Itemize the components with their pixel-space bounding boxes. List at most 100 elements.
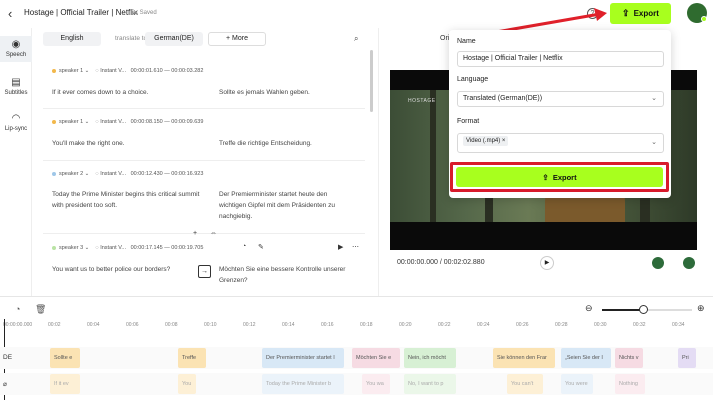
rail-item-subtitles[interactable]: ▤ Subtitles: [0, 74, 32, 100]
timeline-clip[interactable]: You wa: [362, 374, 390, 394]
trash-icon[interactable]: 🗑: [35, 304, 46, 315]
timeline-clip[interactable]: Möchten Sie e: [352, 348, 400, 368]
timeline-clip[interactable]: Der Premierminister startet I: [262, 348, 344, 368]
merge-segment-icon[interactable]: ⇔: [210, 230, 217, 237]
track-label: DE: [3, 354, 13, 361]
source-text[interactable]: Today the Prime Minister begins this cri…: [52, 189, 202, 211]
timeline-clip[interactable]: No, I want to p: [404, 374, 456, 394]
zoom-slider[interactable]: [602, 305, 692, 314]
voice-name[interactable]: Instant V...: [100, 68, 126, 74]
help-icon[interactable]: ?: [587, 8, 598, 19]
timeline-clip[interactable]: Nichts v: [615, 348, 643, 368]
rail-item-label: Lip-sync: [4, 126, 28, 132]
zoom-in-icon[interactable]: ⊕: [697, 303, 705, 314]
timeline-clip[interactable]: You were: [561, 374, 593, 394]
zoom-knob[interactable]: [638, 305, 648, 314]
translate-arrow-icon[interactable]: →: [198, 265, 211, 278]
source-language[interactable]: English: [43, 32, 101, 46]
target-text[interactable]: Möchten Sie eine bessere Kontrolle unser…: [219, 264, 369, 286]
more-languages-button[interactable]: + More: [208, 32, 266, 46]
export-icon: ⇪: [622, 8, 630, 18]
voice-name[interactable]: Instant V...: [100, 171, 126, 177]
target-text[interactable]: Sollte es jemals Wahlen geben.: [219, 87, 359, 98]
start-time[interactable]: 00:00:12.430: [131, 171, 163, 177]
format-chip[interactable]: Video (.mp4) ×: [463, 136, 509, 146]
app-window: ‹ Hostage | Official Trailer | Netflix ☁…: [0, 0, 713, 400]
speaker-name[interactable]: speaker 2: [59, 171, 83, 177]
timeline-clip[interactable]: If it ev: [50, 374, 80, 394]
language-select[interactable]: Translated (German(DE)) ⌄: [457, 91, 664, 107]
timeline-clip[interactable]: Pri: [678, 348, 696, 368]
translated-audio-icon[interactable]: [683, 257, 695, 269]
dialog-export-button[interactable]: ⇪ Export: [456, 167, 663, 187]
speaker-name[interactable]: speaker 3: [59, 245, 83, 251]
close-icon[interactable]: ×: [502, 138, 506, 144]
duration: 00:02:02.880: [443, 259, 485, 266]
target-text[interactable]: Treffe die richtige Entscheidung.: [219, 138, 359, 149]
add-segment-icon[interactable]: +: [193, 230, 197, 237]
ruler-tick: 00:06: [126, 322, 139, 328]
start-time[interactable]: 00:00:17.145: [131, 245, 163, 251]
segment-header: speaker 3 ⌄ ◌ Instant V... 00:00:17.145 …: [52, 245, 203, 251]
end-time[interactable]: 00:00:19.705: [171, 245, 203, 251]
timeline-clip[interactable]: You can't: [507, 374, 543, 394]
magic-wand-icon[interactable]: ✎: [258, 243, 264, 251]
end-time[interactable]: 00:00:16.923: [171, 171, 203, 177]
rail-item-lip-sync[interactable]: ◠ Lip-sync: [0, 110, 32, 136]
name-input[interactable]: Hostage | Official Trailer | Netflix: [457, 51, 664, 67]
start-time[interactable]: 00:00:08.150: [131, 119, 163, 125]
source-text[interactable]: If it ever comes down to a choice.: [52, 87, 192, 98]
voice-name[interactable]: Instant V...: [100, 245, 126, 251]
export-button[interactable]: ⇪ Export: [610, 3, 671, 24]
translate-to-label: translate to: [115, 35, 148, 42]
speed-icon[interactable]: ◔: [242, 243, 246, 250]
project-title[interactable]: Hostage | Official Trailer | Netflix: [24, 8, 138, 17]
dialog-export-label: Export: [552, 172, 577, 182]
track-label: ⌀: [3, 381, 7, 388]
current-time: 00:00:00.000: [397, 259, 438, 266]
ruler-tick: 00:22: [438, 322, 451, 328]
timeline-clip[interactable]: You: [178, 374, 196, 394]
play-segment-icon[interactable]: ▶: [338, 243, 343, 251]
zoom-out-icon[interactable]: ⊖: [585, 303, 593, 314]
back-arrow-icon[interactable]: ‹: [8, 6, 12, 21]
avatar-status-dot: [701, 16, 707, 22]
rail-item-speech[interactable]: ◉ Speech: [0, 36, 32, 62]
segment-divider: [43, 108, 365, 109]
speaker-name[interactable]: speaker 1: [59, 119, 83, 125]
speaker-dot: [52, 245, 56, 250]
speed-icon[interactable]: ◔: [15, 304, 20, 314]
voice-name[interactable]: Instant V...: [100, 119, 126, 125]
timeline-clip[interactable]: Sie können den Frar: [493, 348, 555, 368]
format-label: Format: [457, 118, 480, 125]
format-select[interactable]: Video (.mp4) × ⌄: [457, 133, 664, 153]
end-time[interactable]: 00:00:09.639: [171, 119, 203, 125]
lip-sync-icon: ◠: [11, 113, 21, 124]
timeline-clip[interactable]: Treffe: [178, 348, 206, 368]
more-options-icon[interactable]: ⋯: [352, 243, 359, 251]
editor-scrollbar[interactable]: [370, 50, 373, 112]
original-audio-icon[interactable]: [652, 257, 664, 269]
target-language[interactable]: German(DE): [145, 32, 203, 46]
timeline-clip[interactable]: Nein, ich möcht: [404, 348, 456, 368]
start-time[interactable]: 00:00:01.610: [131, 68, 163, 74]
end-time[interactable]: 00:00:03.282: [171, 68, 203, 74]
target-text[interactable]: Der Premierminister startet heute den wi…: [219, 189, 354, 222]
ruler-tick: 00:08: [165, 322, 178, 328]
speech-icon: ◉: [11, 39, 21, 50]
speaker-name[interactable]: speaker 1: [59, 68, 83, 74]
play-button[interactable]: ▶: [540, 256, 554, 270]
source-text[interactable]: You want us to better police our borders…: [52, 264, 192, 275]
ruler-tick: 00:20: [399, 322, 412, 328]
timeline-clip[interactable]: Nothing: [615, 374, 645, 394]
source-text[interactable]: You'll make the right one.: [52, 138, 192, 149]
tab-original[interactable]: Ori: [440, 35, 449, 42]
timeline-clip[interactable]: Today the Prime Minister b: [262, 374, 344, 394]
chevron-down-icon: ⌄: [651, 95, 657, 102]
timeline-ruler[interactable]: 00:00:00.000 00:02 00:04 00:06 00:08 00:10 00:…: [0, 319, 713, 331]
timeline-clip[interactable]: Sollte e: [50, 348, 80, 368]
ruler-tick: 00:24: [477, 322, 490, 328]
left-rail: ◉ Speech ▤ Subtitles ◠ Lip-sync: [0, 28, 32, 296]
timeline-clip[interactable]: „Seien Sie der I: [561, 348, 611, 368]
search-icon[interactable]: ⌕: [354, 34, 358, 44]
